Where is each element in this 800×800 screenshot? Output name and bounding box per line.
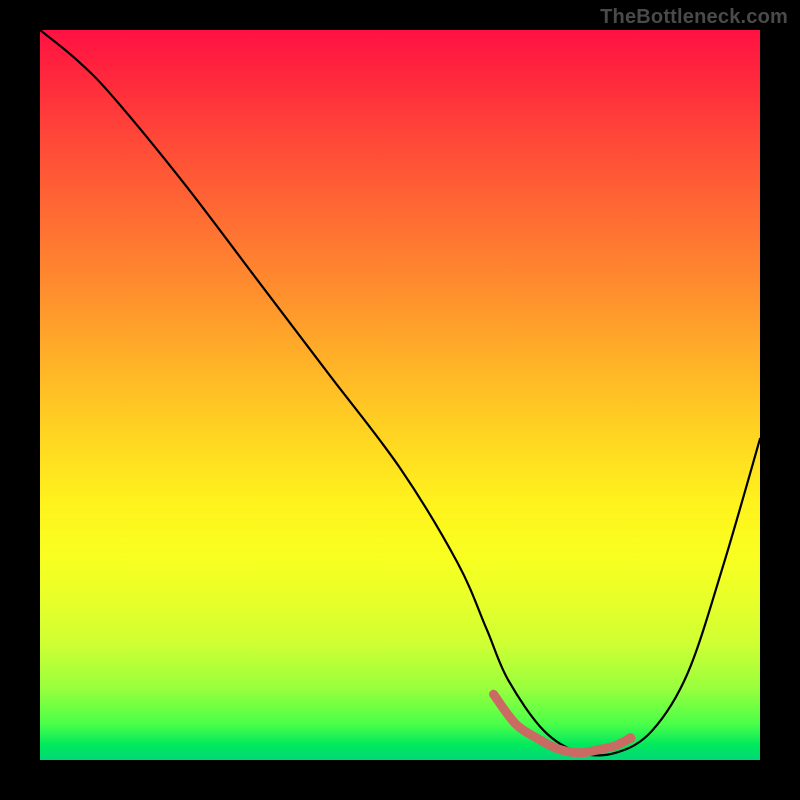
curve-layer — [40, 30, 760, 760]
plot-area — [40, 30, 760, 760]
highlight-end-dot — [625, 733, 635, 743]
chart-frame: TheBottleneck.com — [0, 0, 800, 800]
watermark-text: TheBottleneck.com — [600, 6, 788, 29]
bottleneck-curve — [40, 30, 760, 755]
